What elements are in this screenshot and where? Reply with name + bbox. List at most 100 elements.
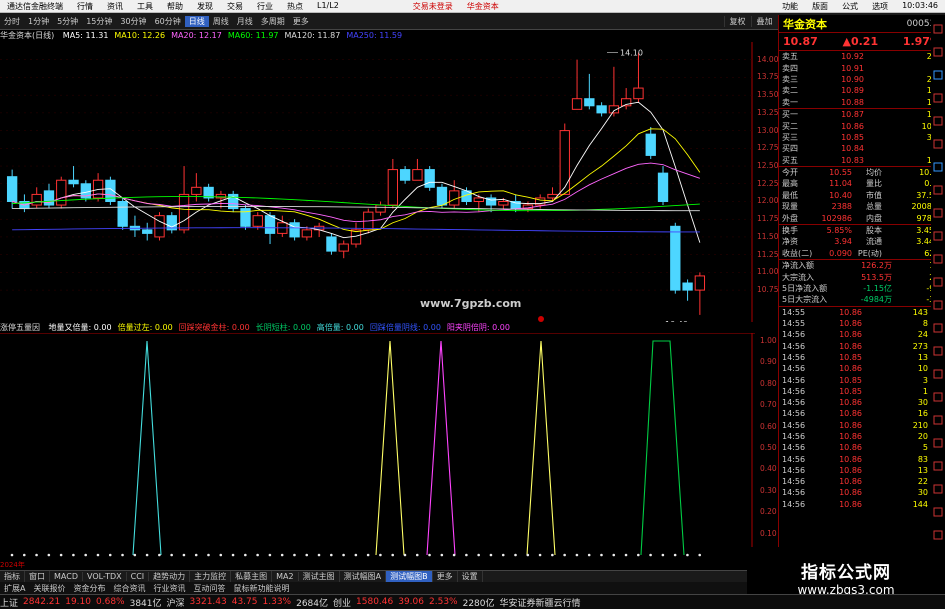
- menu-item-6[interactable]: 行业: [250, 1, 280, 12]
- menu-item-7[interactable]: 热点: [280, 1, 310, 12]
- period-tab-7[interactable]: 周线: [209, 16, 233, 27]
- price-axis-label: 13.75: [757, 72, 779, 82]
- ask-row-3[interactable]: 卖二10.89198: [779, 85, 945, 96]
- tick-row: 14:5610.853S: [779, 374, 945, 385]
- flow-label: 净流入额: [782, 261, 814, 271]
- period-tab-9[interactable]: 多周期: [257, 16, 289, 27]
- indicator-label-4: 高倍量: 0.00: [316, 323, 364, 332]
- period-tab-1[interactable]: 1分钟: [24, 16, 53, 27]
- side-tool-icon-1[interactable]: [933, 47, 943, 57]
- ask-row-4[interactable]: 卖一10.88175: [779, 97, 945, 108]
- indicator-tab-0[interactable]: 指标: [0, 571, 25, 582]
- indicator-tab-9[interactable]: 测试主图: [299, 571, 340, 582]
- period-tab-4[interactable]: 30分钟: [116, 16, 150, 27]
- ask-row-1[interactable]: 卖四10.9136: [779, 62, 945, 73]
- trade-login-status[interactable]: 交易未登录: [406, 1, 460, 12]
- side-tool-icon-8[interactable]: [933, 208, 943, 218]
- indicator-tab-1[interactable]: 窗口: [25, 571, 50, 582]
- ask-row-2[interactable]: 卖三10.90221: [779, 74, 945, 85]
- toolbar-button-0[interactable]: 复权: [723, 15, 751, 27]
- sub-tab-2[interactable]: 资金分布: [69, 583, 109, 594]
- period-tab-3[interactable]: 15分钟: [82, 16, 116, 27]
- menu-right-item-0[interactable]: 功能: [775, 1, 805, 12]
- side-tool-icon-11[interactable]: [933, 277, 943, 287]
- menu-item-1[interactable]: 资讯: [100, 1, 130, 12]
- side-tool-icon-10[interactable]: [933, 254, 943, 264]
- side-tool-icon-4[interactable]: [933, 116, 943, 126]
- menu-right-item-1[interactable]: 版面: [805, 1, 835, 12]
- menu-right-item-3[interactable]: 选项: [865, 1, 895, 12]
- sub-tab-3[interactable]: 综合资讯: [109, 583, 149, 594]
- tick-price: 10.85: [839, 375, 862, 385]
- side-tool-icon-19[interactable]: [933, 461, 943, 471]
- side-tool-icon-22[interactable]: [933, 530, 943, 540]
- indicator-tab-6[interactable]: 主力监控: [190, 571, 232, 582]
- side-tool-icon-5[interactable]: [933, 139, 943, 149]
- period-tab-6[interactable]: 日线: [184, 15, 209, 27]
- indicator-tab-10[interactable]: 测试幅图A: [340, 571, 387, 582]
- flow-label: 大宗流入: [782, 272, 814, 282]
- side-tool-icon-2[interactable]: [933, 70, 943, 80]
- menu-item-4[interactable]: 发现: [190, 1, 220, 12]
- menu-right-item-2[interactable]: 公式: [835, 1, 865, 12]
- menu-right-item-4[interactable]: 10:03:46: [895, 1, 945, 12]
- bid-row-0[interactable]: 买一10.87112: [779, 109, 945, 120]
- side-tool-icons[interactable]: [931, 15, 945, 570]
- period-tab-10[interactable]: 更多: [289, 16, 313, 27]
- toolbar-button-1[interactable]: 叠加: [750, 15, 778, 27]
- side-tool-icon-15[interactable]: [933, 369, 943, 379]
- sub-tab-6[interactable]: 鼠标新功能说明: [229, 583, 293, 594]
- ma-labels: MA5: 11.31 MA10: 12.26 MA20: 12.17 MA60: 11…: [63, 31, 408, 40]
- side-tool-icon-21[interactable]: [933, 507, 943, 517]
- side-tool-icon-9[interactable]: [933, 231, 943, 241]
- candlestick-chart[interactable]: 14.1010.40www.7gpzb.com: [0, 42, 755, 322]
- side-tool-icon-6[interactable]: [933, 162, 943, 172]
- bid-book: 买一10.87112买二10.861008买三10.85362买四10.8488…: [779, 109, 945, 167]
- indicator-tab-5[interactable]: 趋势动力: [149, 571, 191, 582]
- sub-tab-4[interactable]: 行业资讯: [149, 583, 189, 594]
- zero-dot: [551, 553, 554, 557]
- stat-key-2: 总量: [866, 202, 882, 212]
- side-tool-icon-3[interactable]: [933, 93, 943, 103]
- stat2-row-1: 净资 3.94 流通 3.44亿: [779, 236, 945, 247]
- sub-tab-0[interactable]: 扩展A: [0, 583, 29, 594]
- side-tool-icon-14[interactable]: [933, 346, 943, 356]
- side-tool-icon-18[interactable]: [933, 438, 943, 448]
- period-tab-5[interactable]: 60分钟: [151, 16, 185, 27]
- indicator-tab-11[interactable]: 测试幅图B: [386, 571, 433, 582]
- bid-row-2[interactable]: 买三10.85362: [779, 132, 945, 143]
- indicator-tab-12[interactable]: 更多: [433, 571, 458, 582]
- side-tool-icon-16[interactable]: [933, 392, 943, 402]
- side-tool-icon-12[interactable]: [933, 300, 943, 310]
- tick-list[interactable]: 14:5510.86143B14:5510.868B14:5610.8624B1…: [779, 307, 945, 510]
- side-tool-icon-0[interactable]: [933, 24, 943, 34]
- indicator-tab-2[interactable]: MACD: [50, 572, 83, 581]
- indicator-tab-7[interactable]: 私募主图: [231, 571, 273, 582]
- menu-item-2[interactable]: 工具: [130, 1, 160, 12]
- menu-item-0[interactable]: 行情: [70, 1, 100, 12]
- indicator-chart[interactable]: [0, 333, 755, 561]
- side-tool-icon-17[interactable]: [933, 415, 943, 425]
- period-tab-2[interactable]: 5分钟: [53, 16, 82, 27]
- indicator-tab-4[interactable]: CCI: [127, 572, 150, 581]
- period-tab-8[interactable]: 月线: [233, 16, 257, 27]
- tick-time: 14:55: [782, 319, 806, 329]
- indicator-tab-3[interactable]: VOL-TDX: [83, 572, 127, 581]
- period-tab-0[interactable]: 分时: [0, 16, 24, 27]
- ask-row-0[interactable]: 卖五10.92255: [779, 51, 945, 62]
- bid-row-1[interactable]: 买二10.861008: [779, 120, 945, 131]
- indicator-tab-8[interactable]: MA2: [272, 572, 299, 581]
- bid-row-3[interactable]: 买四10.8488: [779, 143, 945, 154]
- menu-item-5[interactable]: 交易: [220, 1, 250, 12]
- menu-item-8[interactable]: L1/L2: [310, 1, 346, 12]
- bid-row-4[interactable]: 买五10.83162: [779, 155, 945, 166]
- zero-dot: [145, 553, 149, 557]
- indicator-tab-13[interactable]: 设置: [458, 571, 483, 582]
- flow-row-0: 净流入额126.2万1%: [779, 260, 945, 271]
- side-tool-icon-20[interactable]: [933, 484, 943, 494]
- menu-item-3[interactable]: 帮助: [160, 1, 190, 12]
- side-tool-icon-7[interactable]: [933, 185, 943, 195]
- sub-tab-1[interactable]: 关联报价: [29, 583, 69, 594]
- side-tool-icon-13[interactable]: [933, 323, 943, 333]
- sub-tab-5[interactable]: 互动问答: [189, 583, 229, 594]
